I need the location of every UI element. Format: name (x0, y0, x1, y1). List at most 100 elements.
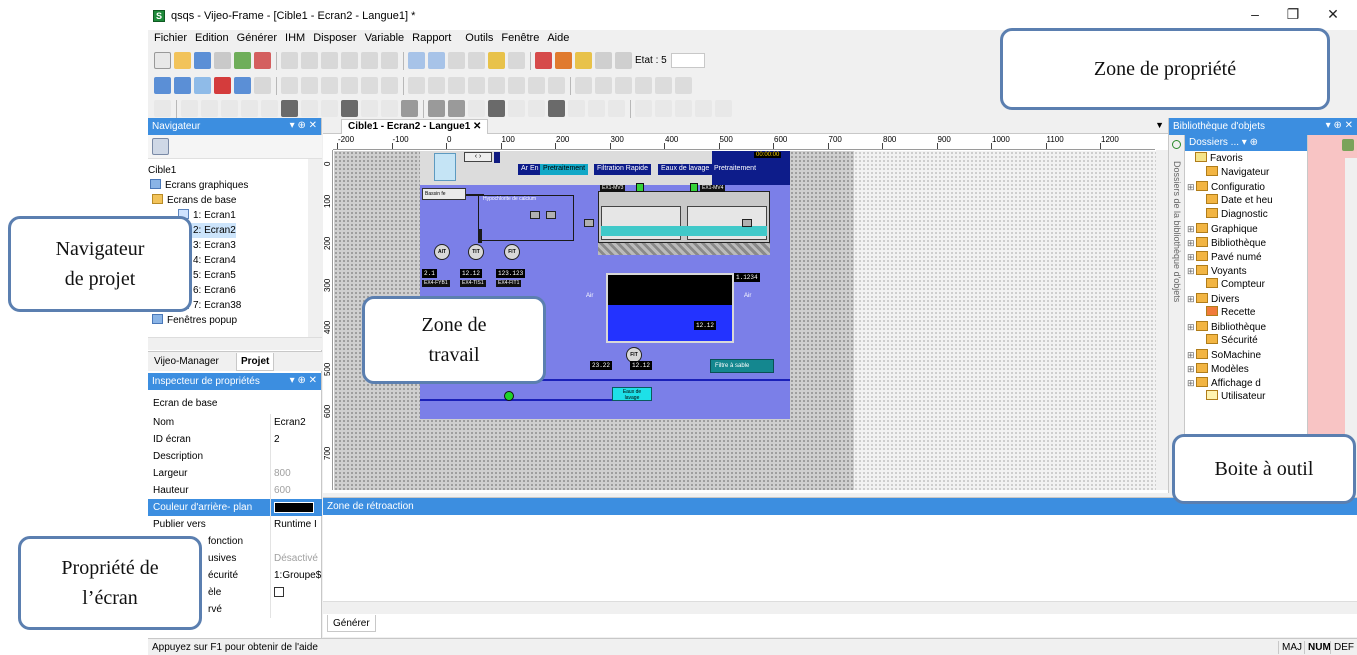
lib-item[interactable]: Navigateur (1197, 166, 1269, 180)
table-icon[interactable] (588, 100, 605, 117)
align-left-icon[interactable] (408, 77, 425, 94)
lib-item[interactable]: ⊞ Graphique (1187, 222, 1258, 236)
valve[interactable] (546, 211, 556, 219)
pointer-icon[interactable] (154, 100, 171, 117)
dot-icon[interactable] (181, 100, 198, 117)
save-icon[interactable] (194, 52, 211, 69)
ellipse-icon[interactable] (301, 100, 318, 117)
numeric-icon[interactable] (468, 100, 485, 117)
menu-rapport[interactable]: Rapport (408, 30, 455, 47)
nav-arrows-icon[interactable]: ‹ › (464, 152, 492, 162)
fit-icon[interactable] (675, 77, 692, 94)
menu-fenetre[interactable]: Fenêtre (497, 30, 543, 47)
align-middle-icon[interactable] (488, 77, 505, 94)
tab-vijeo-manager[interactable]: Vijeo-Manager (150, 353, 223, 371)
feedback-scrollbar[interactable] (323, 601, 1357, 614)
tab-filtration-rapide[interactable]: Filtration Rapide (594, 164, 651, 175)
redo-icon[interactable] (301, 52, 318, 69)
home-icon[interactable] (488, 52, 505, 69)
fit-sensor[interactable]: FIT (504, 244, 520, 260)
align-bottom-icon[interactable] (508, 77, 525, 94)
lib-item[interactable]: ⊞ Configuratio (1187, 180, 1265, 194)
tit-sensor[interactable]: TIT (468, 244, 484, 260)
color-swatch[interactable] (274, 502, 314, 513)
lib-item[interactable]: ⊞ Affichage d (1187, 376, 1261, 390)
prop-row[interactable]: ID écran 2 (148, 431, 322, 448)
tab-eaux-de-lavage[interactable]: Eaux de lavage (658, 164, 713, 175)
gear-icon[interactable] (715, 100, 732, 117)
search-icon[interactable] (254, 77, 271, 94)
prop-row[interactable]: Nom Ecran2 (148, 414, 322, 431)
recipe-icon[interactable] (675, 100, 692, 117)
tab-pretraitement[interactable]: Pretraitement (540, 164, 589, 175)
work-area-vertical-scrollbar[interactable] (1156, 150, 1168, 490)
align-center-icon[interactable] (428, 77, 445, 94)
valve[interactable] (584, 219, 594, 227)
prop-row[interactable]: Publier vers Runtime I (148, 516, 322, 533)
align-right-icon[interactable] (448, 77, 465, 94)
eaux-de-lavage-button[interactable]: Eaux de lavage (612, 387, 652, 401)
prop-row[interactable]: Largeur 800 (148, 465, 322, 482)
back-arrow-icon[interactable] (408, 52, 425, 69)
order-front-icon[interactable] (575, 77, 592, 94)
filtre-a-sable-button[interactable]: Filtre à sable (710, 359, 774, 373)
lib-item[interactable]: ⊞ Divers (1187, 292, 1239, 306)
text-icon[interactable] (381, 100, 398, 117)
tab-list-icon[interactable]: ▼ (1155, 120, 1164, 130)
list-icon[interactable] (361, 100, 378, 117)
line-icon[interactable] (201, 100, 218, 117)
tree-item-ecrans-de-base[interactable]: Ecrans de base (152, 193, 237, 208)
tree-item-ecrans-graphiques[interactable]: Ecrans graphiques (150, 178, 248, 193)
alarm-icon[interactable] (548, 100, 565, 117)
bar-icon[interactable] (488, 100, 505, 117)
lib-item[interactable]: Date et heu (1197, 194, 1273, 208)
rectangle-icon[interactable] (281, 100, 298, 117)
polyline-icon[interactable] (221, 100, 238, 117)
pump-icon[interactable] (504, 391, 514, 401)
prop-row[interactable]: Description (148, 448, 322, 465)
layer-icon[interactable] (281, 77, 298, 94)
paste-icon[interactable] (361, 52, 378, 69)
cut-icon[interactable] (321, 52, 338, 69)
prop-row-background-color[interactable]: Couleur d'arrière- plan (148, 499, 322, 516)
import-icon[interactable] (234, 52, 251, 69)
tree-item-cible1[interactable]: Cible1 (148, 163, 176, 178)
group-icon[interactable] (321, 77, 338, 94)
snap-icon[interactable] (615, 77, 632, 94)
lock-icon[interactable] (575, 52, 592, 69)
navigator-horizontal-scrollbar[interactable] (148, 337, 322, 350)
lamp-icon[interactable] (448, 100, 465, 117)
valve[interactable] (742, 219, 752, 227)
minimize-button[interactable]: – (1240, 4, 1270, 26)
script-icon[interactable] (635, 100, 652, 117)
lib-item[interactable]: ⊞ SoMachine (1187, 348, 1261, 362)
align-top-icon[interactable] (468, 77, 485, 94)
lock-position-icon[interactable] (635, 77, 652, 94)
grid-icon[interactable] (234, 77, 251, 94)
screen-top-button[interactable] (494, 152, 500, 163)
connect-icon[interactable] (555, 52, 572, 69)
rotate-icon[interactable] (381, 77, 398, 94)
curve-icon[interactable] (241, 100, 258, 117)
chart-icon[interactable] (608, 100, 625, 117)
document-tab[interactable]: Cible1 - Ecran2 - Langue1 ✕ (341, 119, 489, 134)
resize-icon[interactable] (655, 77, 672, 94)
lib-item[interactable]: ⊞ Bibliothèque (1187, 320, 1266, 334)
distribute-icon[interactable] (528, 77, 545, 94)
polygon-icon[interactable] (341, 100, 358, 117)
panel-controls-icon[interactable]: ▾ ⊕ ✕ (1326, 120, 1353, 131)
restore-button[interactable]: ❐ (1278, 4, 1308, 26)
freeform-icon[interactable] (261, 100, 278, 117)
delete-icon[interactable] (381, 52, 398, 69)
record-icon[interactable] (214, 77, 231, 94)
panel-controls-icon[interactable]: ▾ ⊕ ✕ (290, 375, 317, 386)
zoom-icon[interactable] (194, 77, 211, 94)
undo-icon[interactable] (281, 52, 298, 69)
menu-ihm[interactable]: IHM (281, 30, 309, 47)
menu-disposer[interactable]: Disposer (309, 30, 360, 47)
debug-icon[interactable] (535, 52, 552, 69)
close-tab-icon[interactable]: ✕ (473, 121, 481, 132)
menu-edition[interactable]: Edition (191, 30, 233, 47)
lib-item[interactable]: ⊞ Voyants (1187, 264, 1247, 278)
tree-item-fenetres-popup[interactable]: Fenêtres popup (152, 313, 237, 328)
